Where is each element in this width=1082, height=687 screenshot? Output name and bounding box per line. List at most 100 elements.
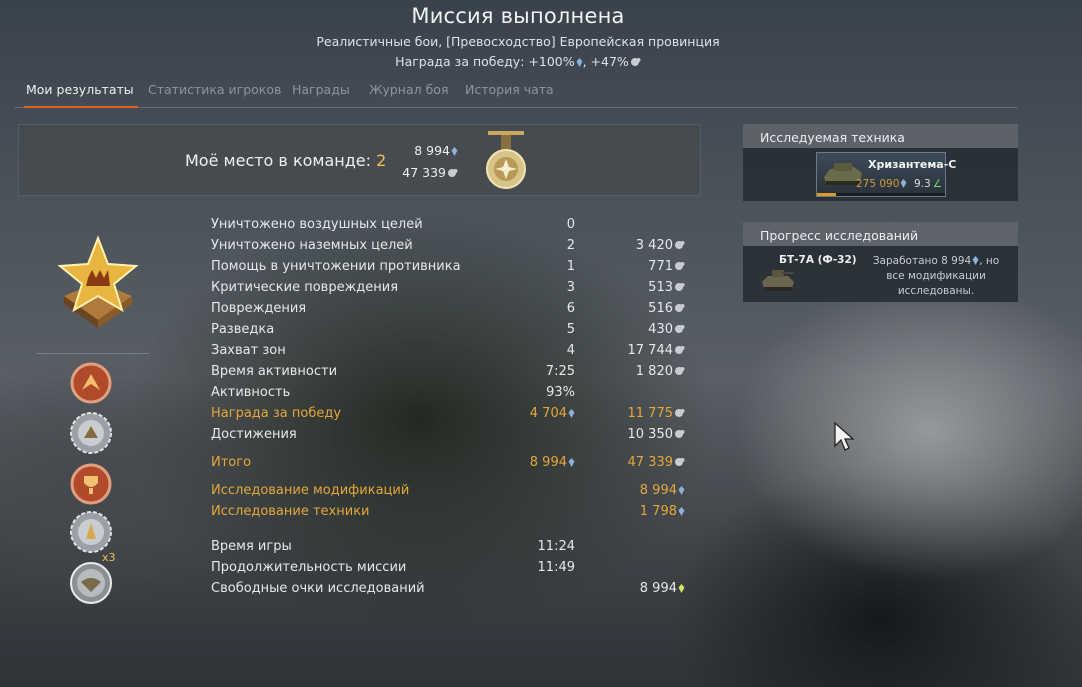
tab-player-stats[interactable]: Статистика игроков <box>148 82 281 106</box>
tab-my-results[interactable]: Мои результаты <box>24 82 138 108</box>
victory-reward-line: Награда за победу: +100% , +47% <box>0 54 1036 69</box>
stat-row: Исследование модификаций 8 994 <box>211 480 701 501</box>
researched-vehicle-card[interactable]: Хризантема-С 275 090 9.3 ∠ <box>816 152 956 197</box>
stat-label: Исследование модификаций <box>211 483 410 498</box>
stat-reward: 771 <box>648 259 685 274</box>
tab-battle-log[interactable]: Журнал боя <box>369 82 448 106</box>
award-badge-4[interactable] <box>70 511 112 553</box>
stat-label: Уничтожено воздушных целей <box>211 217 423 232</box>
stat-count: 93% <box>546 385 575 400</box>
stat-count: 1 <box>566 259 575 274</box>
research-progress-fill <box>817 193 837 196</box>
stat-reward: 8 994 <box>640 581 685 596</box>
team-place-value: 2 <box>376 151 387 170</box>
star-award-icon[interactable] <box>54 234 142 330</box>
rank-up-icon: ∠ <box>932 178 943 190</box>
stat-label: Время активности <box>211 364 338 379</box>
research-points-icon <box>448 169 458 177</box>
stat-row: Повреждения 6 516 <box>211 298 701 319</box>
researched-vehicle-name: Хризантема-С <box>868 158 957 171</box>
stat-label: Итого <box>211 455 252 470</box>
stat-label: Захват зон <box>211 343 286 358</box>
research-progress-panel: БТ-7А (Ф-32) Заработано 8 994, но все мо… <box>743 246 1018 302</box>
research-points-icon <box>675 430 685 438</box>
stat-row: Уничтожено воздушных целей 0 <box>211 214 701 235</box>
stat-count: 0 <box>566 217 575 232</box>
stat-row: Помощь в уничтожении противника 1 771 <box>211 256 701 277</box>
mouse-cursor-icon <box>834 422 854 451</box>
stat-row: Исследование техники 1 798 <box>211 501 701 522</box>
gear-award-icon <box>70 412 112 454</box>
stat-row: Захват зон 4 17 744 <box>211 340 701 361</box>
award-badge-1[interactable] <box>70 362 112 404</box>
stat-label: Разведка <box>211 322 275 337</box>
stat-row: Достижения 10 350 <box>211 424 701 445</box>
silver-lion-icon <box>576 58 583 67</box>
team-place-panel: Моё место в команде: 2 8 994 47 339 <box>18 124 701 196</box>
silver-lion-icon <box>900 179 907 188</box>
team-place-label: Моё место в команде: 2 <box>185 151 387 170</box>
stat-reward: 8 994 <box>640 483 685 498</box>
award-badge-3[interactable] <box>70 463 112 505</box>
stat-label: Повреждения <box>211 301 307 316</box>
stat-count: 6 <box>566 301 575 316</box>
progress-vehicle-name: БТ-7А (Ф-32) <box>779 254 857 266</box>
flight-award-icon <box>70 362 112 404</box>
research-points-icon <box>675 241 685 249</box>
progress-note: Заработано 8 994, но все модификации исс… <box>872 255 1000 297</box>
tab-rewards[interactable]: Награды <box>292 82 350 106</box>
awards-divider <box>36 353 149 354</box>
stat-row: Свободные очки исследований 8 994 <box>211 578 701 599</box>
researched-vehicle-br: 9.3 ∠ <box>914 178 943 190</box>
research-progress-header: Прогресс исследований <box>743 222 1018 246</box>
tank-icon <box>762 270 794 291</box>
stat-label: Время игры <box>211 539 292 554</box>
stat-count: 7:25 <box>545 364 575 379</box>
place-medal-icon[interactable] <box>484 131 528 191</box>
silver-lion-icon <box>678 486 685 495</box>
stat-row: Продолжительность миссии 11:49 <box>211 557 701 578</box>
stat-reward: 513 <box>648 280 685 295</box>
stat-reward: 17 744 <box>628 343 686 358</box>
cup-award-icon <box>70 463 112 505</box>
mission-subtitle: Реалистичные бои, [Превосходство] Европе… <box>316 34 720 49</box>
stat-label: Достижения <box>211 427 297 442</box>
award-badge-5[interactable] <box>70 562 112 604</box>
wings-award-icon <box>70 562 112 604</box>
stat-count: 3 <box>566 280 575 295</box>
stat-reward: 10 350 <box>628 427 686 442</box>
stat-row: Критические повреждения 3 513 <box>211 277 701 298</box>
stat-reward: 516 <box>648 301 685 316</box>
stat-row: Активность 93% <box>211 382 701 403</box>
silver-lion-icon <box>451 147 458 156</box>
place-silver: 8 994 <box>414 143 458 158</box>
researched-vehicle-cost: 275 090 <box>856 178 907 190</box>
stat-reward: 1 820 <box>636 364 685 379</box>
stat-count: 8 994 <box>530 455 575 470</box>
stat-row: Итого 8 994 47 339 <box>211 452 701 473</box>
research-points-icon <box>675 367 685 375</box>
tab-chat-history[interactable]: История чата <box>465 82 554 106</box>
research-points-icon <box>675 409 685 417</box>
research-points-icon <box>675 262 685 270</box>
silver-award-icon <box>70 511 112 553</box>
research-points-icon <box>675 346 685 354</box>
mission-title: Миссия выполнена <box>411 4 625 28</box>
stat-count: 4 704 <box>530 406 575 421</box>
award-badge-2[interactable] <box>70 412 112 454</box>
stat-label: Критические повреждения <box>211 280 399 295</box>
stat-row: Уничтожено наземных целей 2 3 420 <box>211 235 701 256</box>
stat-label: Помощь в уничтожении противника <box>211 259 461 274</box>
stat-label: Уничтожено наземных целей <box>211 238 413 253</box>
stat-reward: 430 <box>648 322 685 337</box>
stat-count: 2 <box>566 238 575 253</box>
stat-row: Награда за победу 4 704 11 775 <box>211 403 701 424</box>
stat-reward: 1 798 <box>640 504 685 519</box>
stat-label: Активность <box>211 385 291 400</box>
research-points-icon <box>675 304 685 312</box>
mission-header: Миссия выполнена Реалистичные бои, [Прев… <box>0 4 1036 69</box>
place-research: 47 339 <box>402 165 458 180</box>
research-points-icon <box>630 58 641 66</box>
silver-lion-icon <box>568 458 575 467</box>
silver-lion-icon <box>568 409 575 418</box>
